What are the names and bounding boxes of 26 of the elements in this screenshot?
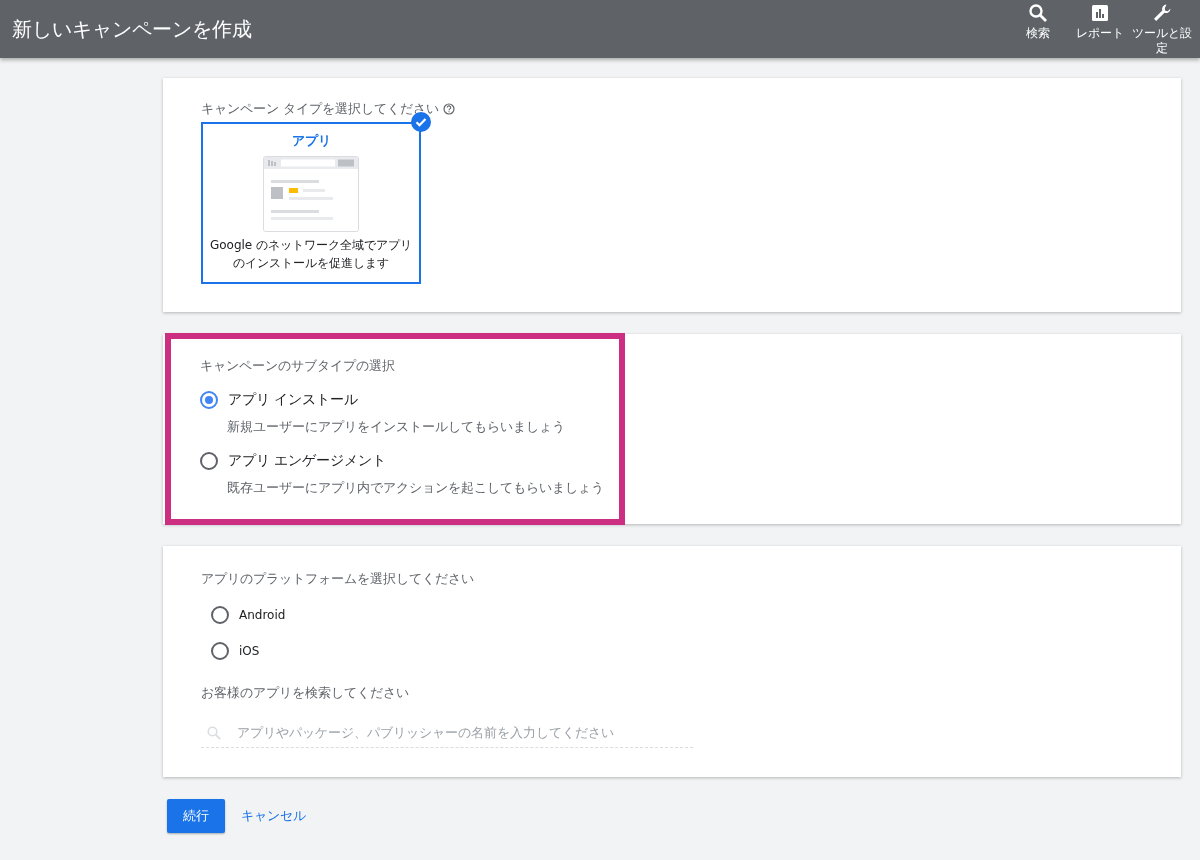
search-button[interactable]: 検索 <box>1008 2 1068 41</box>
campaign-type-option[interactable]: アプリ Google のネットワーク全域でアプリのインストールを促進します <box>201 122 421 284</box>
report-button[interactable]: レポート <box>1070 2 1130 41</box>
radio-option[interactable]: iOS <box>211 642 1143 660</box>
check-icon <box>411 112 431 132</box>
search-icon <box>1028 2 1048 23</box>
app-search-field[interactable]: アプリやパッケージ、パブリッシャーの名前を入力してください <box>201 720 693 748</box>
help-icon <box>443 103 456 115</box>
radio-button[interactable] <box>211 642 229 660</box>
radio-button[interactable] <box>200 391 218 409</box>
radio-button[interactable] <box>211 606 229 624</box>
continue-button[interactable]: 続行 <box>167 799 225 833</box>
search-icon <box>207 725 221 740</box>
radio-option[interactable]: Android <box>211 606 1143 624</box>
page-title: 新しいキャンペーンを作成 <box>12 15 253 43</box>
wrench-icon <box>1152 2 1172 23</box>
option-description: 新規ユーザーにアプリをインストールしてもらいましょう <box>227 419 566 436</box>
section-label: お客様のアプリを検索してください <box>201 684 410 702</box>
section-label: キャンペーンのサブタイプの選択 <box>200 357 396 375</box>
radio-button[interactable] <box>200 452 218 470</box>
radio-option[interactable]: アプリ エンゲージメント <box>200 452 619 470</box>
section-label: アプリのプラットフォームを選択してください <box>201 570 475 588</box>
option-description: 既存ユーザーにアプリ内でアクションを起こしてもらいましょう <box>227 480 605 497</box>
cancel-link[interactable]: キャンセル <box>239 799 308 833</box>
tools-button[interactable]: ツールと設定 <box>1132 2 1192 56</box>
radio-option[interactable]: アプリ インストール <box>200 391 619 409</box>
